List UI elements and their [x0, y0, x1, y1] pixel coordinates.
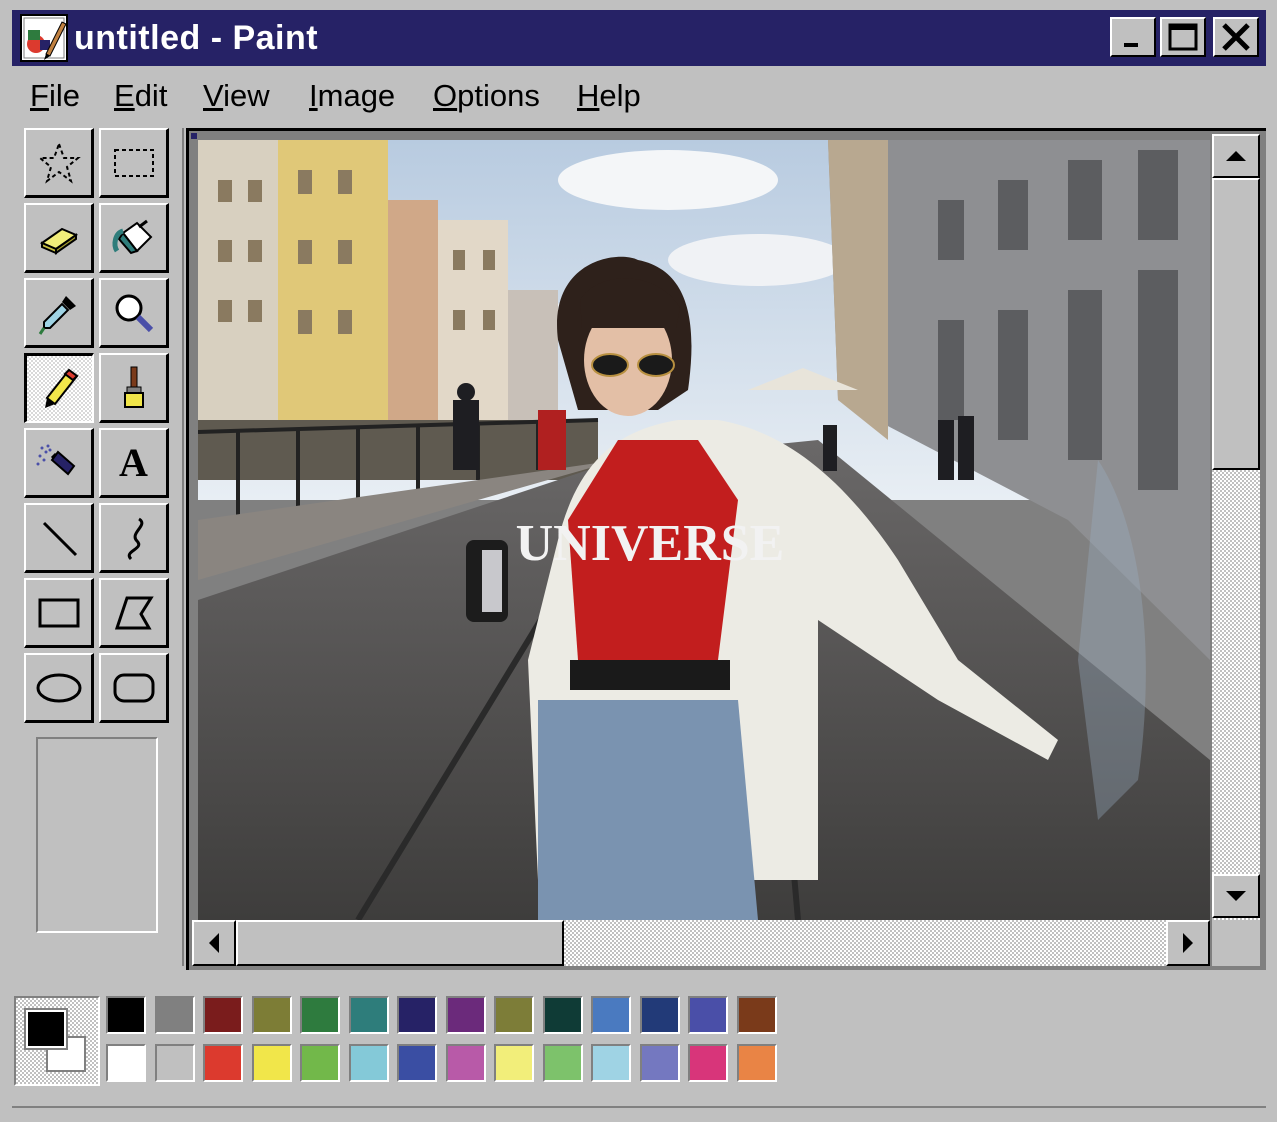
close-button[interactable] — [1213, 17, 1259, 57]
palette-swatch[interactable] — [542, 1044, 583, 1082]
palette-swatch[interactable] — [445, 996, 486, 1034]
rounded-rectangle-icon — [113, 673, 154, 702]
palette-swatch[interactable] — [300, 1044, 340, 1082]
palette-swatch[interactable] — [494, 1044, 534, 1082]
palette-swatch[interactable] — [494, 996, 534, 1034]
palette-swatch[interactable] — [251, 1044, 292, 1082]
rectangle-icon — [38, 598, 79, 627]
menu-file[interactable]: File — [30, 76, 80, 116]
star-select-icon — [36, 140, 81, 184]
maximize-button[interactable] — [1160, 17, 1206, 57]
palette-swatch[interactable] — [300, 996, 340, 1034]
canvas-photo[interactable]: UNIVERSE — [198, 140, 1210, 920]
scroll-down-button[interactable] — [1212, 874, 1260, 918]
curve-icon — [127, 517, 143, 560]
menu-view[interactable]: View — [203, 76, 270, 116]
palette-swatch[interactable] — [106, 996, 146, 1034]
current-colors-indicator[interactable] — [14, 996, 100, 1086]
palette-swatch[interactable] — [348, 1044, 389, 1082]
horizontal-scroll-thumb[interactable] — [236, 920, 564, 966]
arrow-down-icon — [1226, 891, 1246, 901]
menu-edit[interactable]: Edit — [114, 76, 167, 116]
ellipse-icon — [36, 673, 81, 702]
scrollbar-corner — [1212, 920, 1260, 966]
palette-swatch[interactable] — [736, 996, 777, 1034]
palette-swatch[interactable] — [639, 996, 680, 1034]
airbrush-icon — [36, 444, 75, 475]
tool-text[interactable]: A — [99, 428, 169, 498]
tool-polygon[interactable] — [99, 578, 169, 648]
tool-ellipse[interactable] — [24, 653, 94, 723]
palette-swatch[interactable] — [688, 1044, 728, 1082]
palette-swatch[interactable] — [154, 996, 195, 1034]
tool-curve[interactable] — [99, 503, 169, 573]
window-title: untitled - Paint — [74, 19, 319, 57]
eyedropper-icon — [38, 295, 76, 335]
close-icon — [1222, 23, 1250, 51]
scroll-right-button[interactable] — [1166, 920, 1210, 966]
maximize-icon — [1168, 23, 1198, 51]
scroll-up-button[interactable] — [1212, 134, 1260, 178]
tool-line[interactable] — [24, 503, 94, 573]
palette-swatch[interactable] — [542, 996, 583, 1034]
minimize-button[interactable] — [1110, 17, 1156, 57]
palette-swatch[interactable] — [397, 1044, 437, 1082]
tool-magnifier[interactable] — [99, 278, 169, 348]
pencil-icon — [44, 368, 79, 408]
palette-swatch[interactable] — [348, 996, 389, 1034]
palette-swatch[interactable] — [106, 1044, 146, 1082]
foreground-color — [24, 1008, 68, 1050]
brush-icon — [123, 366, 144, 408]
scroll-left-button[interactable] — [192, 920, 236, 966]
magnifier-icon — [115, 294, 153, 332]
rectangle-select-icon — [113, 148, 154, 177]
menu-image[interactable]: Image — [309, 76, 395, 116]
palette-swatch[interactable] — [203, 1044, 243, 1082]
tool-select[interactable] — [99, 128, 169, 198]
paint-bucket-icon — [112, 219, 152, 254]
palette-swatch[interactable] — [736, 1044, 777, 1082]
palette-swatch[interactable] — [154, 1044, 195, 1082]
tool-eraser[interactable] — [24, 203, 94, 273]
tool-pick-color[interactable] — [24, 278, 94, 348]
tool-fill-with-color[interactable] — [99, 203, 169, 273]
palette-swatch[interactable] — [445, 1044, 486, 1082]
tool-pencil[interactable] — [24, 353, 94, 423]
tool-rounded-rectangle[interactable] — [99, 653, 169, 723]
palette-swatch[interactable] — [251, 996, 292, 1034]
menu-options[interactable]: Options — [433, 76, 540, 116]
eraser-icon — [39, 227, 78, 255]
tool-free-form-select[interactable] — [24, 128, 94, 198]
polygon-icon — [114, 596, 154, 629]
canvas-resize-handle[interactable] — [191, 133, 197, 139]
palette-swatch[interactable] — [591, 996, 631, 1034]
palette-swatch[interactable] — [639, 1044, 680, 1082]
shirt-text: UNIVERSE — [516, 515, 785, 572]
arrow-left-icon — [209, 933, 219, 953]
tool-airbrush[interactable] — [24, 428, 94, 498]
vertical-scroll-thumb[interactable] — [1212, 178, 1260, 470]
paint-app-icon[interactable] — [20, 14, 68, 62]
arrow-up-icon — [1226, 151, 1246, 161]
palette-swatch[interactable] — [203, 996, 243, 1034]
tool-rectangle[interactable] — [24, 578, 94, 648]
palette-swatch[interactable] — [688, 996, 728, 1034]
tool-brush[interactable] — [99, 353, 169, 423]
palette-swatch[interactable] — [591, 1044, 631, 1082]
tool-options-box[interactable] — [36, 737, 158, 933]
text-icon: A — [119, 439, 148, 485]
arrow-right-icon — [1183, 933, 1193, 953]
menu-help[interactable]: Help — [577, 76, 641, 116]
line-icon — [42, 521, 77, 556]
minimize-icon — [1124, 43, 1138, 47]
palette-swatch[interactable] — [397, 996, 437, 1034]
